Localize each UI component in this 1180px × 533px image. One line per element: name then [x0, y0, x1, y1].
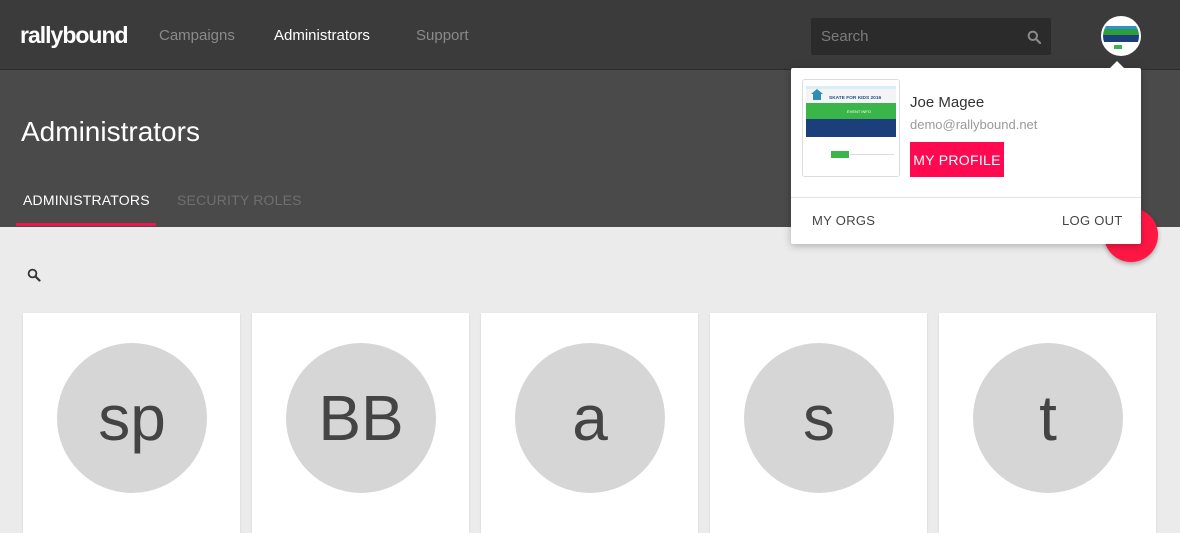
my-profile-button[interactable]: MY PROFILE — [910, 142, 1004, 177]
campaign-thumbnail-icon — [1103, 18, 1139, 54]
nav-item-campaigns[interactable]: Campaigns — [159, 27, 235, 44]
log-out-link[interactable]: LOG OUT — [1062, 213, 1123, 228]
nav-item-support[interactable]: Support — [416, 27, 469, 44]
campaign-thumbnail[interactable]: SKATE FOR KIDS 2016 EVENT INFO — [802, 79, 900, 177]
rallybound-logo[interactable]: rallybound — [20, 22, 129, 49]
tab-security-roles[interactable]: SECURITY ROLES — [177, 192, 302, 208]
admin-card[interactable]: t — [939, 313, 1156, 533]
tab-administrators[interactable]: ADMINISTRATORS — [23, 192, 150, 208]
search-input[interactable] — [811, 18, 1011, 55]
dropdown-caret — [1109, 61, 1125, 69]
profile-dropdown: SKATE FOR KIDS 2016 EVENT INFO Joe Magee… — [791, 61, 1141, 244]
admin-avatar: BB — [286, 343, 436, 493]
thumbnail-title: SKATE FOR KIDS 2016 — [829, 95, 881, 101]
admin-avatar: a — [515, 343, 665, 493]
dropdown-divider — [791, 197, 1141, 198]
active-tab-indicator — [16, 223, 156, 226]
search-box — [811, 18, 1051, 55]
top-nav-bar: rallybound Campaigns Administrators Supp… — [0, 0, 1180, 70]
admin-card[interactable]: a — [481, 313, 698, 533]
page-title: Administrators — [21, 116, 200, 147]
admin-avatar: t — [973, 343, 1123, 493]
user-email: demo@rallybound.net — [910, 117, 1038, 132]
user-avatar-button[interactable] — [1101, 16, 1141, 56]
admin-card[interactable]: BB — [252, 313, 469, 533]
campaign-banner-image: SKATE FOR KIDS 2016 EVENT INFO — [803, 80, 899, 176]
admin-card[interactable]: sp — [23, 313, 240, 533]
admin-avatar: s — [744, 343, 894, 493]
search-icon[interactable] — [1027, 30, 1041, 44]
admin-card[interactable]: s — [710, 313, 927, 533]
thumbnail-banner-text: EVENT INFO — [847, 109, 871, 114]
filter-search-icon[interactable] — [27, 268, 41, 282]
nav-item-administrators[interactable]: Administrators — [274, 27, 370, 44]
user-name: Joe Magee — [910, 94, 985, 111]
my-orgs-link[interactable]: MY ORGS — [812, 213, 875, 228]
admin-avatar: sp — [57, 343, 207, 493]
